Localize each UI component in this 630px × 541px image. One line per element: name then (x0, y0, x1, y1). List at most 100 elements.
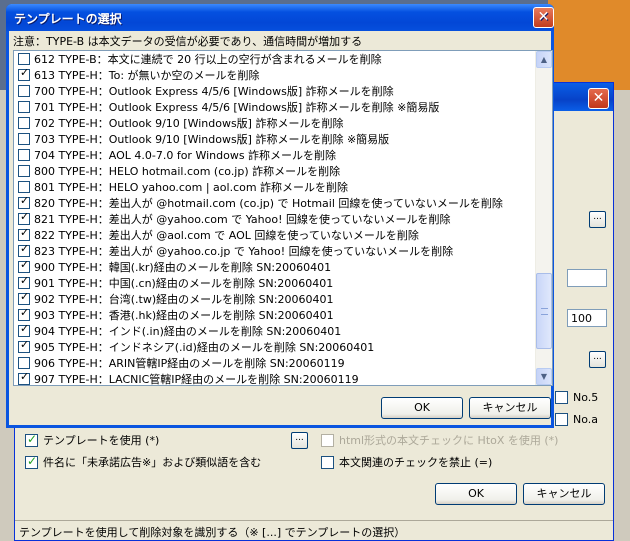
list-item-checkbox[interactable] (18, 307, 30, 321)
list-item-checkbox[interactable] (18, 211, 30, 225)
list-item[interactable]: 704 TYPE-H：AOL 4.0-7.0 for Windows 詐称メール… (14, 147, 535, 163)
list-item-label: 905 TYPE-H：インドネシア(.id)経由のメールを削除 SN:20060… (34, 341, 375, 354)
noa-option[interactable]: No.a (555, 413, 598, 426)
list-item-label: 904 TYPE-H：インド(.in)経由のメールを削除 SN:20060401 (34, 325, 342, 338)
notice-text: 注意：TYPE-B は本文データの受信が必要であり、通信時間が増加する (13, 35, 363, 48)
list-item-checkbox[interactable] (18, 339, 30, 353)
list-item-label: 821 TYPE-H：差出人が @yahoo.com で Yahoo! 回線を使… (34, 213, 451, 226)
body-check-label: 本文関連のチェックを禁止 (=) (339, 456, 493, 469)
html-check-checkbox (321, 433, 334, 447)
browse-button-2[interactable]: ... (589, 351, 606, 368)
list-item-checkbox[interactable] (18, 181, 30, 193)
dialog-cancel-button[interactable]: キャンセル (469, 397, 551, 419)
cancel-button[interactable]: キャンセル (523, 483, 605, 505)
close-icon[interactable]: ✕ (588, 88, 609, 109)
list-item[interactable]: 703 TYPE-H：Outlook 9/10 [Windows版] 詐称メール… (14, 131, 535, 147)
list-item[interactable]: 903 TYPE-H：香港(.hk)経由のメールを削除 SN:20060401 (14, 307, 535, 323)
list-item[interactable]: 900 TYPE-H：韓国(.kr)経由のメールを削除 SN:20060401 (14, 259, 535, 275)
template-list[interactable]: 612 TYPE-B：本文に連続で 20 行以上の空行が含まれるメールを削除 61… (13, 50, 553, 386)
list-item-label: 903 TYPE-H：香港(.hk)経由のメールを削除 SN:20060401 (34, 309, 334, 322)
list-item-label: 907 TYPE-H：LACNIC管轄IP経由のメールを削除 SN:200601… (34, 373, 359, 386)
list-item-label: 702 TYPE-H：Outlook 9/10 [Windows版] 詐称メール… (34, 117, 344, 130)
use-template-checkbox[interactable] (25, 432, 38, 447)
desktop-background-accent (548, 0, 630, 90)
text-field-1[interactable] (567, 269, 607, 287)
list-item[interactable]: 905 TYPE-H：インドネシア(.id)経由のメールを削除 SN:20060… (14, 339, 535, 355)
list-item[interactable]: 700 TYPE-H：Outlook Express 4/5/6 [Window… (14, 83, 535, 99)
scroll-down-icon[interactable]: ▼ (536, 368, 552, 385)
list-item-label: 704 TYPE-H：AOL 4.0-7.0 for Windows 詐称メール… (34, 149, 337, 162)
list-item[interactable]: 613 TYPE-H：To: が無いか空のメールを削除 (14, 67, 535, 83)
template-browse-button[interactable]: ... (291, 432, 308, 449)
body-check-checkbox[interactable] (321, 455, 334, 469)
list-item[interactable]: 821 TYPE-H：差出人が @yahoo.com で Yahoo! 回線を使… (14, 211, 535, 227)
list-item-label: 700 TYPE-H：Outlook Express 4/5/6 [Window… (34, 85, 394, 98)
no5-option[interactable]: No.5 (555, 391, 598, 404)
list-item-checkbox[interactable] (18, 165, 30, 177)
list-item-label: 823 TYPE-H：差出人が @yahoo.co.jp で Yahoo! 回線… (34, 245, 454, 258)
list-item[interactable]: 904 TYPE-H：インド(.in)経由のメールを削除 SN:20060401 (14, 323, 535, 339)
list-item-checkbox[interactable] (18, 371, 30, 385)
no5-checkbox[interactable] (555, 391, 568, 404)
list-item[interactable]: 823 TYPE-H：差出人が @yahoo.co.jp で Yahoo! 回線… (14, 243, 535, 259)
list-item-checkbox[interactable] (18, 323, 30, 337)
list-item-label: 801 TYPE-H：HELO yahoo.com | aol.com 詐称メー… (34, 181, 349, 194)
list-item-label: 822 TYPE-H：差出人が @aol.com で AOL 回線を使っていない… (34, 229, 419, 242)
list-item-label: 703 TYPE-H：Outlook 9/10 [Windows版] 詐称メール… (34, 133, 390, 146)
dialog-ok-button[interactable]: OK (381, 397, 463, 419)
list-item[interactable]: 801 TYPE-H：HELO yahoo.com | aol.com 詐称メー… (14, 179, 535, 195)
html-check-label: html形式の本文チェックに HtoX を使用 (*) (339, 434, 559, 447)
list-item[interactable]: 612 TYPE-B：本文に連続で 20 行以上の空行が含まれるメールを削除 (14, 51, 535, 67)
list-item-label: 613 TYPE-H：To: が無いか空のメールを削除 (34, 69, 260, 82)
list-item-checkbox[interactable] (18, 101, 30, 113)
list-item[interactable]: 901 TYPE-H：中国(.cn)経由のメールを削除 SN:20060401 (14, 275, 535, 291)
no5-label: No.5 (573, 391, 599, 404)
list-item[interactable]: 822 TYPE-H：差出人が @aol.com で AOL 回線を使っていない… (14, 227, 535, 243)
list-item-checkbox[interactable] (18, 275, 30, 289)
list-item-checkbox[interactable] (18, 53, 30, 65)
list-item-checkbox[interactable] (18, 149, 30, 161)
list-item-checkbox[interactable] (18, 357, 30, 369)
list-item-checkbox[interactable] (18, 243, 30, 257)
number-field[interactable]: 100 (567, 309, 607, 327)
list-item-label: 800 TYPE-H：HELO hotmail.com (co.jp) 詐称メー… (34, 165, 341, 178)
list-item[interactable]: 820 TYPE-H：差出人が @hotmail.com (co.jp) で H… (14, 195, 535, 211)
list-item[interactable]: 907 TYPE-H：LACNIC管轄IP経由のメールを削除 SN:200601… (14, 371, 535, 386)
noa-label: No.a (573, 413, 599, 426)
list-item-checkbox[interactable] (18, 195, 30, 209)
ok-button[interactable]: OK (435, 483, 517, 505)
body-check-option[interactable]: 本文関連のチェックを禁止 (=) (321, 454, 492, 470)
subject-checkbox[interactable] (25, 454, 38, 469)
list-item-label: 901 TYPE-H：中国(.cn)経由のメールを削除 SN:20060401 (34, 277, 334, 290)
scroll-thumb[interactable] (536, 273, 552, 349)
scroll-up-icon[interactable]: ▲ (536, 51, 552, 68)
list-item-checkbox[interactable] (18, 259, 30, 273)
list-item-checkbox[interactable] (18, 291, 30, 305)
vertical-scrollbar[interactable]: ▲ ▼ (535, 51, 552, 385)
list-item-checkbox[interactable] (18, 67, 30, 81)
subject-option[interactable]: 件名に「未承諾広告※」および類似語を含む (25, 454, 261, 470)
list-item-label: 900 TYPE-H：韓国(.kr)経由のメールを削除 SN:20060401 (34, 261, 332, 274)
template-list-items: 612 TYPE-B：本文に連続で 20 行以上の空行が含まれるメールを削除 61… (14, 51, 535, 386)
list-item[interactable]: 906 TYPE-H：ARIN管轄IP経由のメールを削除 SN:20060119 (14, 355, 535, 371)
list-item-checkbox[interactable] (18, 227, 30, 241)
noa-checkbox[interactable] (555, 413, 568, 426)
list-item-checkbox[interactable] (18, 133, 30, 145)
browse-button-1[interactable]: ... (589, 211, 606, 228)
use-template-label: テンプレートを使用 (*) (43, 434, 160, 447)
list-item[interactable]: 902 TYPE-H：台湾(.tw)経由のメールを削除 SN:20060401 (14, 291, 535, 307)
list-item-label: 906 TYPE-H：ARIN管轄IP経由のメールを削除 SN:20060119 (34, 357, 345, 370)
subject-label: 件名に「未承諾広告※」および類似語を含む (43, 456, 262, 469)
dialog-titlebar: テンプレートの選択 ✕ (6, 4, 554, 31)
list-item-label: 902 TYPE-H：台湾(.tw)経由のメールを削除 SN:20060401 (34, 293, 334, 306)
list-item[interactable]: 702 TYPE-H：Outlook 9/10 [Windows版] 詐称メール… (14, 115, 535, 131)
list-item-label: 612 TYPE-B：本文に連続で 20 行以上の空行が含まれるメールを削除 (34, 53, 382, 66)
list-item[interactable]: 800 TYPE-H：HELO hotmail.com (co.jp) 詐称メー… (14, 163, 535, 179)
close-icon[interactable]: ✕ (533, 7, 554, 28)
list-item-checkbox[interactable] (18, 117, 30, 129)
dialog-title: テンプレートの選択 (14, 12, 122, 26)
list-item[interactable]: 701 TYPE-H：Outlook Express 4/5/6 [Window… (14, 99, 535, 115)
list-item-checkbox[interactable] (18, 85, 30, 97)
use-template-option[interactable]: テンプレートを使用 (*) (25, 432, 159, 448)
list-item-label: 820 TYPE-H：差出人が @hotmail.com (co.jp) で H… (34, 197, 503, 210)
